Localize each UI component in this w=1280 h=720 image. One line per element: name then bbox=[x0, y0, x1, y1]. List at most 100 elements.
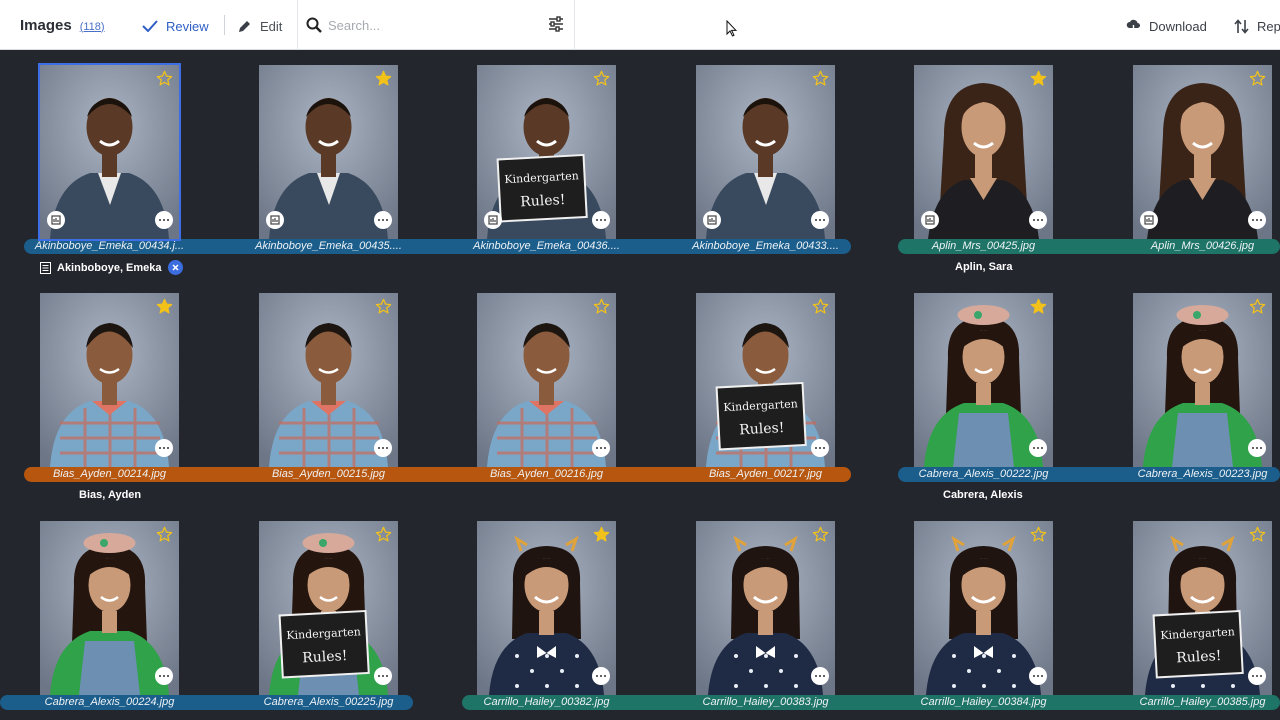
image-tile[interactable]: Kindergarten Rules! bbox=[1133, 521, 1272, 695]
image-tile[interactable] bbox=[914, 65, 1053, 239]
star-outline-icon[interactable] bbox=[812, 70, 829, 87]
image-count[interactable]: (118) bbox=[80, 21, 105, 33]
image-tile[interactable] bbox=[914, 293, 1053, 467]
page-title: Images (118) bbox=[20, 14, 105, 36]
image-tile[interactable] bbox=[38, 63, 181, 241]
group-label-aplin: Aplin, Sara bbox=[955, 261, 1012, 273]
filename-label: Carrillo_Hailey_00382.jpg bbox=[483, 696, 610, 708]
image-tile[interactable] bbox=[259, 65, 398, 239]
star-outline-icon[interactable] bbox=[375, 298, 392, 315]
filename-label: Cabrera_Alexis_00223.jpg bbox=[1137, 468, 1268, 480]
sort-arrows-icon bbox=[1234, 18, 1249, 34]
group-label-cabrera: Cabrera, Alexis bbox=[943, 489, 1023, 501]
edit-button[interactable]: Edit bbox=[237, 15, 282, 37]
image-tile[interactable] bbox=[1133, 65, 1272, 239]
more-options-icon[interactable] bbox=[592, 667, 610, 685]
filename-label: Aplin_Mrs_00426.jpg bbox=[1150, 240, 1255, 252]
more-options-icon[interactable] bbox=[1029, 667, 1047, 685]
filter-sliders-icon[interactable] bbox=[548, 16, 564, 32]
group-name: Aplin, Sara bbox=[955, 261, 1013, 273]
image-tile[interactable]: Kindergarten Rules! bbox=[477, 65, 616, 239]
group-name: Akinboboye, Emeka bbox=[57, 261, 162, 274]
review-label: Review bbox=[166, 18, 209, 34]
filename-label: Cabrera_Alexis_00224.jpg bbox=[44, 696, 175, 708]
more-options-icon[interactable] bbox=[1248, 211, 1266, 229]
image-tile[interactable]: Kindergarten Rules! bbox=[259, 521, 398, 695]
more-options-icon[interactable] bbox=[374, 667, 392, 685]
star-outline-icon[interactable] bbox=[1030, 526, 1047, 543]
more-options-icon[interactable] bbox=[1029, 211, 1047, 229]
more-options-icon[interactable] bbox=[374, 439, 392, 457]
filename-label: Bias_Ayden_00215.jpg bbox=[271, 468, 386, 480]
filename-label: Akinboboye_Emeka_00434.j... bbox=[34, 240, 185, 252]
star-filled-icon[interactable] bbox=[1030, 298, 1047, 315]
group-label-akinboboye: Akinboboye, Emeka bbox=[40, 260, 183, 275]
filename-label: Bias_Ayden_00214.jpg bbox=[52, 468, 167, 480]
image-tile[interactable]: Kindergarten Rules! bbox=[696, 293, 835, 467]
layout-icon[interactable] bbox=[921, 211, 939, 229]
svg-text:Rules!: Rules! bbox=[302, 648, 348, 666]
star-filled-icon[interactable] bbox=[1030, 70, 1047, 87]
image-tile[interactable] bbox=[259, 293, 398, 467]
more-options-icon[interactable] bbox=[155, 211, 173, 229]
image-tile[interactable] bbox=[477, 293, 616, 467]
search-input[interactable] bbox=[328, 15, 528, 35]
image-tile[interactable] bbox=[914, 521, 1053, 695]
layout-icon[interactable] bbox=[1140, 211, 1158, 229]
star-filled-icon[interactable] bbox=[156, 298, 173, 315]
star-outline-icon[interactable] bbox=[593, 298, 610, 315]
pencil-icon bbox=[239, 20, 250, 32]
star-outline-icon[interactable] bbox=[812, 526, 829, 543]
star-outline-icon[interactable] bbox=[1249, 298, 1266, 315]
more-options-icon[interactable] bbox=[811, 667, 829, 685]
cloud-download-icon bbox=[1126, 19, 1140, 33]
filename-label: Cabrera_Alexis_00222.jpg bbox=[918, 468, 1049, 480]
more-options-icon[interactable] bbox=[374, 211, 392, 229]
star-outline-icon[interactable] bbox=[593, 70, 610, 87]
star-filled-icon[interactable] bbox=[375, 70, 392, 87]
star-outline-icon[interactable] bbox=[375, 526, 392, 543]
star-outline-icon[interactable] bbox=[812, 298, 829, 315]
image-tile[interactable] bbox=[477, 521, 616, 695]
review-button[interactable]: Review bbox=[142, 15, 209, 37]
group-name: Bias, Ayden bbox=[79, 489, 142, 501]
svg-text:Rules!: Rules! bbox=[520, 192, 566, 210]
star-outline-icon[interactable] bbox=[156, 526, 173, 543]
group-label-bias: Bias, Ayden bbox=[79, 489, 141, 501]
search-box bbox=[297, 0, 575, 50]
layout-icon[interactable] bbox=[703, 211, 721, 229]
star-outline-icon[interactable] bbox=[1249, 526, 1266, 543]
mouse-cursor-icon bbox=[726, 20, 737, 37]
page-title-text: Images bbox=[20, 16, 72, 34]
more-options-icon[interactable] bbox=[1248, 439, 1266, 457]
filename-label: Akinboboye_Emeka_00436.... bbox=[473, 240, 620, 252]
check-icon bbox=[142, 20, 158, 32]
filename-label: Akinboboye_Emeka_00433.... bbox=[692, 240, 839, 252]
image-tile[interactable] bbox=[1133, 293, 1272, 467]
image-tile[interactable] bbox=[40, 293, 179, 467]
more-options-icon[interactable] bbox=[1029, 439, 1047, 457]
more-options-icon[interactable] bbox=[592, 211, 610, 229]
more-options-icon[interactable] bbox=[811, 211, 829, 229]
layout-icon[interactable] bbox=[484, 211, 502, 229]
download-label: Download bbox=[1149, 18, 1207, 34]
layout-icon[interactable] bbox=[266, 211, 284, 229]
more-options-icon[interactable] bbox=[811, 439, 829, 457]
more-options-icon[interactable] bbox=[155, 439, 173, 457]
report-button[interactable]: Rep bbox=[1234, 15, 1280, 37]
more-options-icon[interactable] bbox=[1248, 667, 1266, 685]
more-options-icon[interactable] bbox=[592, 439, 610, 457]
layout-icon[interactable] bbox=[47, 211, 65, 229]
remove-group-button[interactable] bbox=[167, 260, 183, 275]
image-tile[interactable] bbox=[696, 65, 835, 239]
star-outline-icon[interactable] bbox=[1249, 70, 1266, 87]
svg-text:Rules!: Rules! bbox=[739, 420, 785, 438]
filename-label: Carrillo_Hailey_00384.jpg bbox=[920, 696, 1047, 708]
more-options-icon[interactable] bbox=[155, 667, 173, 685]
filename-label: Akinboboye_Emeka_00435.... bbox=[255, 240, 402, 252]
download-button[interactable]: Download bbox=[1126, 15, 1207, 37]
star-filled-icon[interactable] bbox=[593, 526, 610, 543]
image-tile[interactable] bbox=[40, 521, 179, 695]
image-tile[interactable] bbox=[696, 521, 835, 695]
star-outline-icon[interactable] bbox=[156, 70, 173, 87]
